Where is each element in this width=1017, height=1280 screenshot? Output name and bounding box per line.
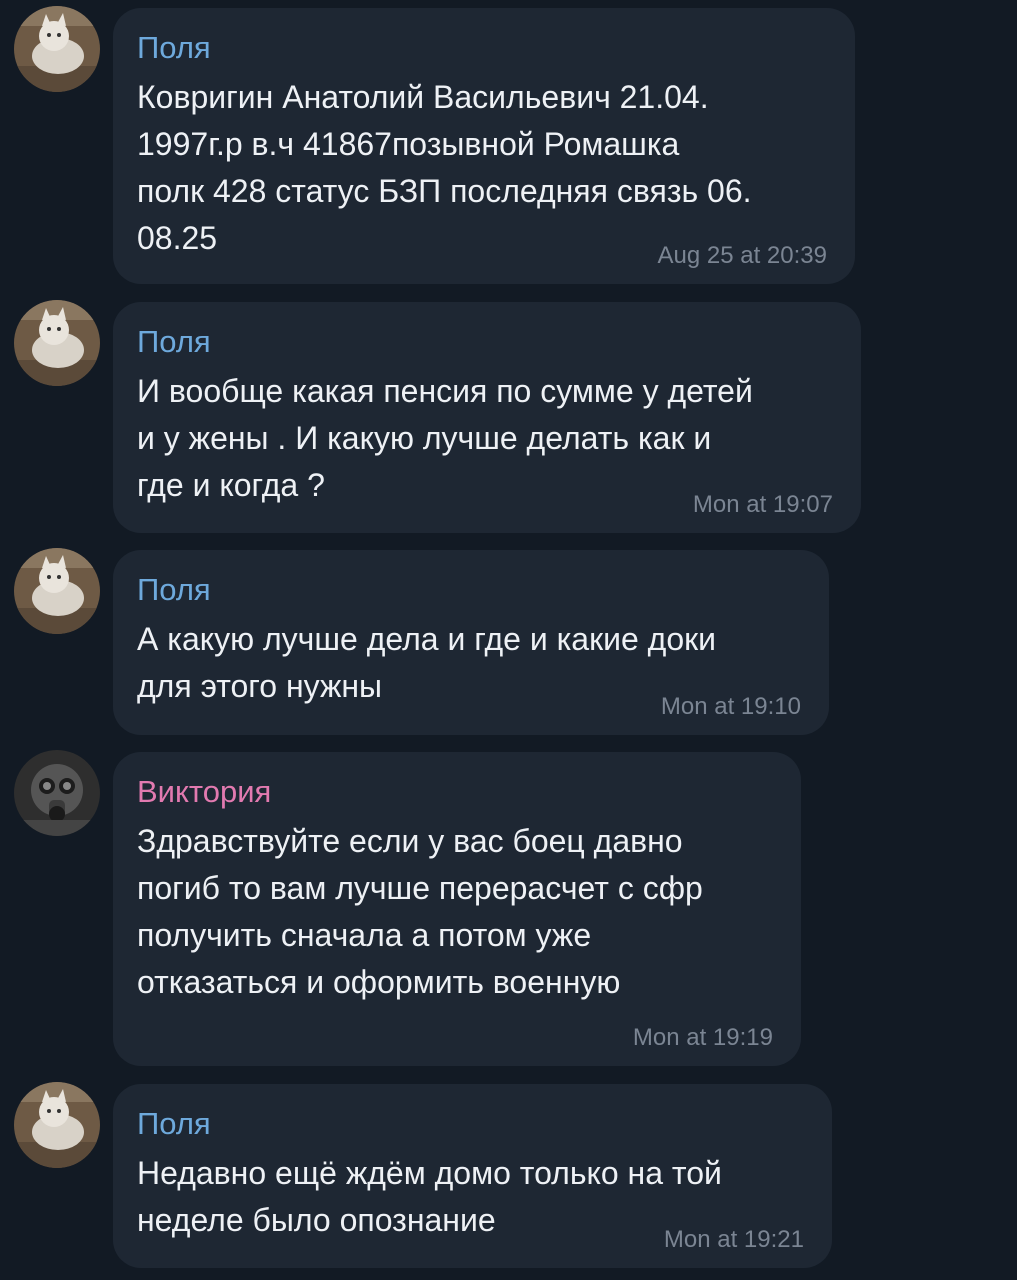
message-bubble[interactable]: Виктория Здравствуйте если у вас боец да… (113, 752, 801, 1066)
message-time: Mon at 19:10 (660, 693, 801, 720)
cat-avatar[interactable] (14, 300, 100, 386)
cat-avatar-image (14, 548, 100, 634)
message-text: И вообще какая пенсия по сумме у детей и… (137, 373, 753, 503)
message-time: Mon at 19:19 (632, 1024, 773, 1051)
message-time: Mon at 19:07 (692, 491, 833, 518)
gasmask-avatar-image (14, 750, 100, 836)
message-bubble[interactable]: Поля Ковригин Анатолий Васильевич 21.04.… (113, 8, 855, 284)
sender-name[interactable]: Поля (137, 570, 805, 610)
message-bubble[interactable]: Поля Недавно ещё ждём домо только на той… (113, 1084, 832, 1268)
cat-avatar[interactable] (14, 6, 100, 92)
sender-name[interactable]: Поля (137, 28, 831, 68)
cat-avatar-image (14, 1082, 100, 1168)
sender-name[interactable]: Поля (137, 322, 837, 362)
message-text: Здравствуйте если у вас боец давно погиб… (137, 823, 703, 1000)
sender-name[interactable]: Виктория (137, 772, 777, 812)
cat-avatar[interactable] (14, 548, 100, 634)
message-bubble[interactable]: Поля А какую лучше дела и где и какие до… (113, 550, 829, 735)
message-text: Ковригин Анатолий Васильевич 21.04. 1997… (137, 79, 752, 256)
cat-avatar[interactable] (14, 1082, 100, 1168)
gasmask-avatar[interactable] (14, 750, 100, 836)
message-bubble[interactable]: Поля И вообще какая пенсия по сумме у де… (113, 302, 861, 533)
cat-avatar-image (14, 6, 100, 92)
sender-name[interactable]: Поля (137, 1104, 808, 1144)
message-time: Aug 25 at 20:39 (657, 242, 827, 269)
cat-avatar-image (14, 300, 100, 386)
message-time: Mon at 19:21 (663, 1226, 804, 1253)
